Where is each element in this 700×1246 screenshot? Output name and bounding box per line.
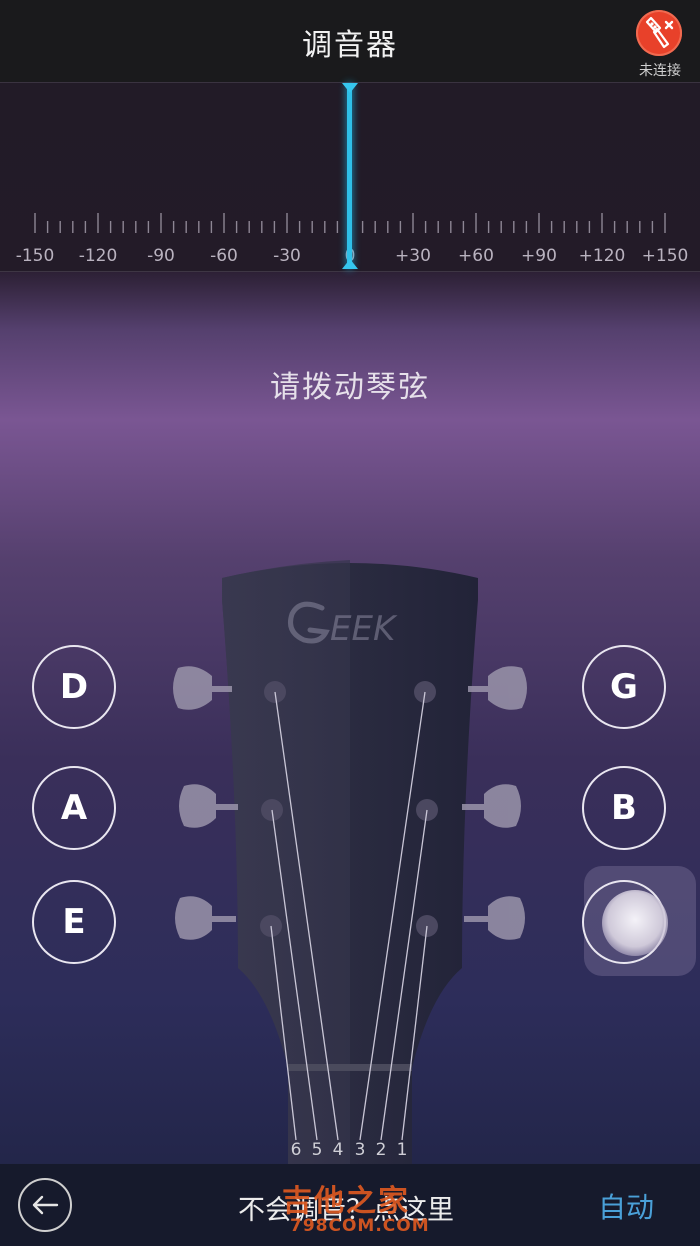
- note-button-d[interactable]: D: [32, 645, 116, 729]
- watermark-sub: 798COM.COM: [290, 1216, 430, 1236]
- guitar-headstock: EEK: [173, 560, 527, 1164]
- svg-text:EEK: EEK: [330, 609, 398, 649]
- string-number: 4: [332, 1140, 344, 1160]
- string-number: 6: [290, 1140, 302, 1160]
- touch-indicator: [602, 890, 668, 956]
- string-number: 5: [311, 1140, 323, 1160]
- auto-mode-button[interactable]: 自动: [598, 1186, 654, 1226]
- string-number: 1: [396, 1140, 408, 1160]
- note-button-a[interactable]: A: [32, 766, 116, 850]
- string-number: 3: [354, 1140, 366, 1160]
- note-button-low-e[interactable]: E: [32, 880, 116, 964]
- watermark: 吉他之家: [282, 1184, 410, 1219]
- back-button[interactable]: [18, 1178, 72, 1232]
- note-button-g[interactable]: G: [582, 645, 666, 729]
- string-number: 2: [375, 1140, 387, 1160]
- arrow-left-icon: [32, 1195, 59, 1215]
- string-numbers: 654321: [0, 1140, 700, 1164]
- note-button-b[interactable]: B: [582, 766, 666, 850]
